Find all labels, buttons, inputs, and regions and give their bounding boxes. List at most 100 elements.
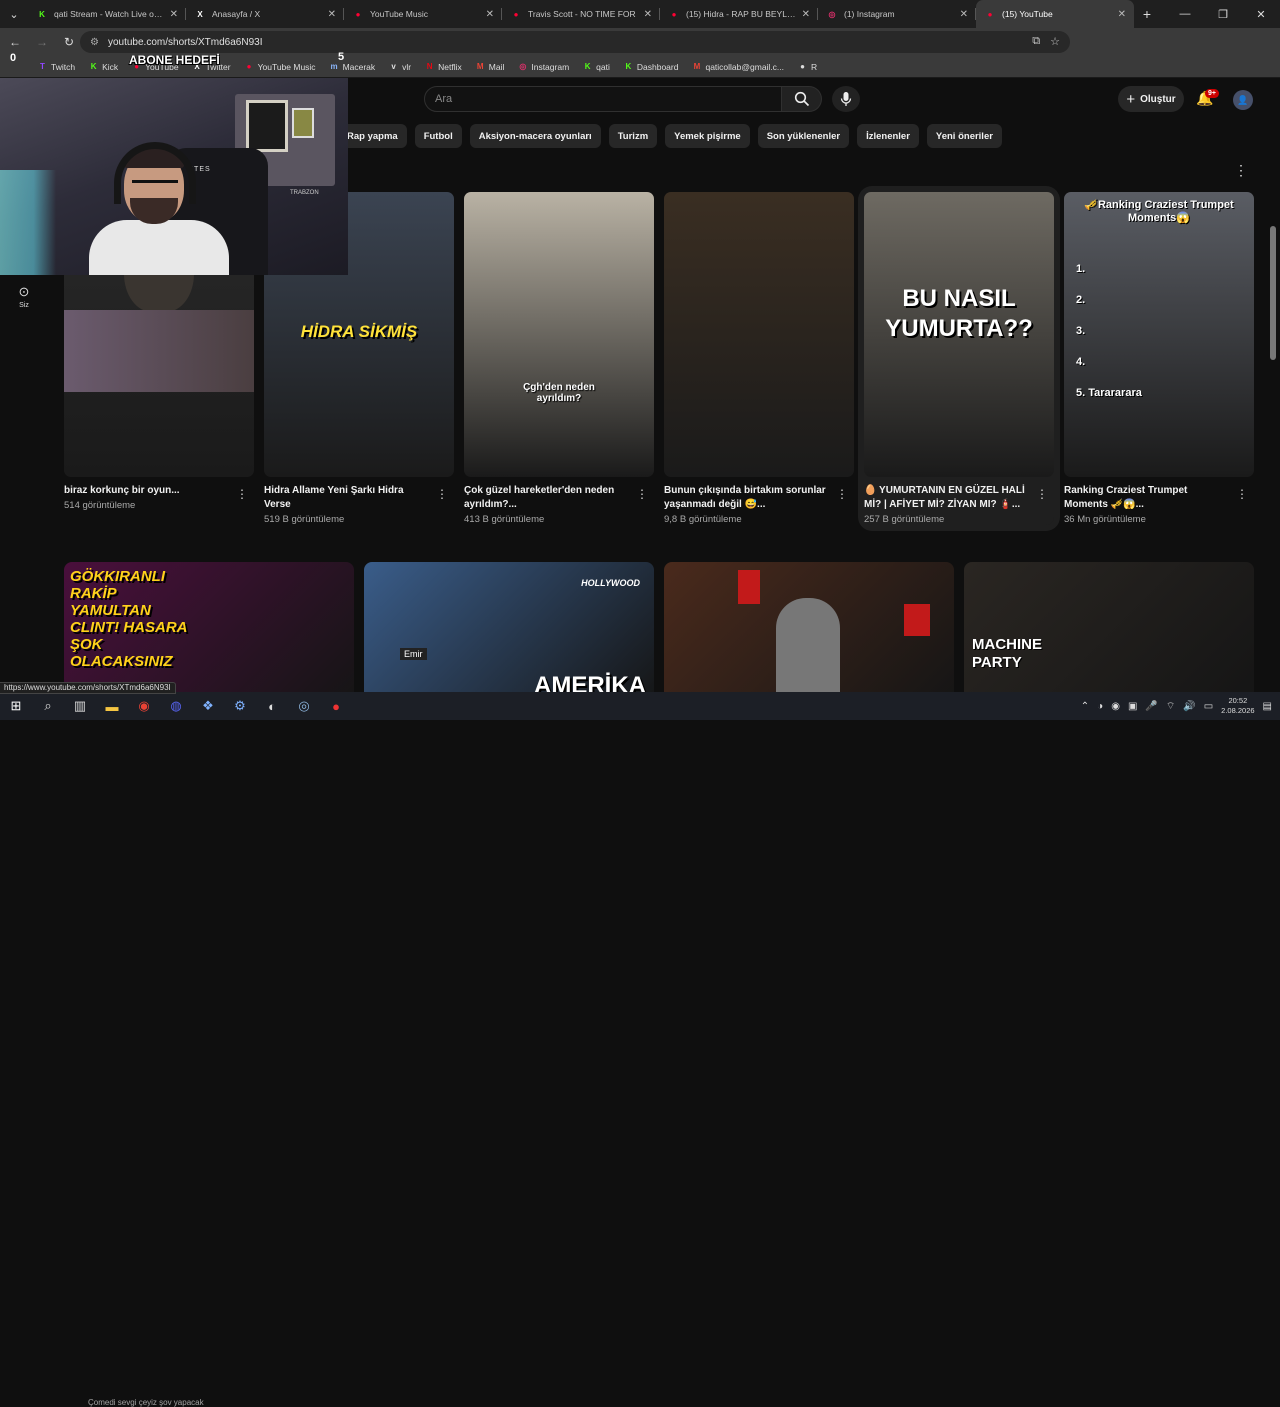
video-thumbnail[interactable]: AMERİKA HOLLYWOOD Emir [364, 562, 654, 692]
voice-search-button[interactable] [832, 86, 860, 112]
reload-icon[interactable]: ↻ [57, 30, 81, 54]
category-chip[interactable]: Yemek pişirme [665, 124, 750, 148]
short-more-icon[interactable]: ⋮ [1036, 487, 1048, 501]
speaker-icon[interactable]: 🔊 [1183, 701, 1195, 712]
short-more-icon[interactable]: ⋮ [1236, 487, 1248, 501]
short-title[interactable]: Bunun çıkışında birtakım sorunlar yaşanm… [664, 484, 829, 512]
browser-tab[interactable]: ● (15) Hidra - RAP BU BEYLER - Y ✕ [660, 0, 818, 28]
video-thumbnail[interactable]: MACHINE PARTY [964, 562, 1254, 692]
bookmark-item[interactable]: K Dashboard [624, 62, 678, 72]
maximize-icon[interactable]: ❐ [1204, 0, 1242, 28]
tab-search-button[interactable]: ⌄ [0, 0, 28, 28]
bookmark-item[interactable]: Kqati [583, 62, 610, 72]
bookmark-item[interactable]: v vlr [389, 62, 411, 72]
microphone-icon[interactable]: 🎤 [1145, 701, 1157, 712]
short-title[interactable]: Çok güzel hareketler'den neden ayrıldım?… [464, 484, 629, 512]
short-more-icon[interactable]: ⋮ [236, 487, 248, 501]
url-input[interactable]: ⚙ youtube.com/shorts/XTmd6a6N93I ⧉ ☆ [80, 31, 1070, 53]
network-tool-icon[interactable]: ❖ [192, 692, 224, 720]
tab-close-icon[interactable]: ✕ [960, 9, 968, 20]
short-card[interactable]: BU NASIL YUMURTA?? 🥚 YUMURTANIN EN GÜZEL … [864, 192, 1054, 525]
notification-center-icon[interactable]: ▤ [1263, 701, 1272, 712]
short-thumbnail[interactable]: 🎺Ranking Craziest Trumpet Moments😱 1. 2. 3.… [1064, 192, 1254, 477]
bookmark-item[interactable]: ◎ Instagram [518, 62, 569, 72]
steam-icon[interactable]: ◎ [288, 692, 320, 720]
bookmark-item[interactable]: X Twitter [193, 62, 230, 72]
settings-gear-icon[interactable]: ⚙ [224, 692, 256, 720]
bookmark-item[interactable]: ● YouTube [132, 62, 178, 72]
search-icon[interactable]: ⌕ [32, 692, 64, 720]
tab-close-icon[interactable]: ✕ [644, 9, 652, 20]
tab-close-icon[interactable]: ✕ [802, 9, 810, 20]
bookmark-item[interactable]: Mqaticollab@gmail.c... [692, 62, 784, 72]
obs-icon[interactable]: ◐ [256, 692, 288, 720]
bookmark-item[interactable]: ● YouTube Music [245, 62, 316, 72]
task-view-icon[interactable]: ▥ [64, 692, 96, 720]
category-chip[interactable]: Futbol [414, 124, 462, 148]
cast-icon[interactable]: ⧉ [1032, 35, 1040, 48]
video-thumbnail[interactable]: GÖKKIRANLI RAKİP YAMULTAN CLINT! HASARA … [64, 562, 354, 692]
tray-chevron-icon[interactable]: ⌃ [1081, 701, 1089, 712]
browser-tab[interactable]: Kqati Stream - Watch Live on Ki ✕ [28, 0, 186, 28]
tab-close-icon[interactable]: ✕ [1118, 9, 1126, 20]
search-input[interactable]: Ara [424, 86, 782, 112]
tab-close-icon[interactable]: ✕ [328, 9, 336, 20]
video-thumbnail[interactable] [664, 562, 954, 692]
create-button[interactable]: + Oluştur [1118, 86, 1184, 112]
browser-tab[interactable]: ● Travis Scott - NO TIME FOR ✕ [502, 0, 660, 28]
tray-app-icon-2[interactable]: ◉ [1111, 701, 1120, 712]
browser-tab[interactable]: ◎ (1) Instagram ✕ [818, 0, 976, 28]
discord-icon[interactable]: ◍ [160, 692, 192, 720]
short-more-icon[interactable]: ⋮ [836, 487, 848, 501]
file-explorer-icon[interactable]: ▬ [96, 692, 128, 720]
category-chip[interactable]: Turizm [608, 124, 658, 148]
new-tab-button[interactable]: + [1134, 1, 1160, 27]
battery-icon[interactable]: ▭ [1204, 701, 1213, 712]
short-title[interactable]: Ranking Craziest Trumpet Moments 🎺😱... [1064, 484, 1229, 512]
minimize-icon[interactable]: — [1166, 0, 1204, 28]
short-thumbnail[interactable]: Çgh'den neden ayrıldım? [464, 192, 654, 477]
short-card[interactable]: Çgh'den neden ayrıldım? Çok güzel hareket… [464, 192, 654, 525]
back-icon[interactable]: ← [3, 30, 27, 54]
page-scrollbar[interactable] [1270, 226, 1276, 360]
browser-tab[interactable]: ● YouTube Music ✕ [344, 0, 502, 28]
short-card[interactable]: Bunun çıkışında birtakım sorunlar yaşanm… [664, 192, 854, 525]
system-clock[interactable]: 20:52 2.08.2026 [1221, 696, 1254, 716]
bookmark-item[interactable]: T Twitch [38, 62, 75, 72]
category-chip[interactable]: Son yüklenenler [757, 124, 850, 148]
tray-app-icon-1[interactable]: ◑ [1097, 701, 1103, 712]
browser-tab[interactable]: ● (15) YouTube ✕ [976, 0, 1134, 28]
short-thumbnail[interactable] [664, 192, 854, 477]
short-title[interactable]: Hidra Allame Yeni Şarkı Hidra Verse [264, 484, 429, 512]
category-chip[interactable]: Rap yapma [338, 124, 407, 148]
tray-app-icon-3[interactable]: ▣ [1128, 701, 1137, 712]
bookmark-item[interactable]: m Macerak [330, 62, 376, 72]
category-chip[interactable]: Aksiyon-macera oyunları [469, 124, 601, 148]
short-title[interactable]: biraz korkunç bir oyun... [64, 484, 229, 498]
wifi-icon[interactable]: ⌔ [1166, 700, 1175, 713]
account-avatar[interactable]: 👤 [1233, 90, 1253, 110]
sidebar-item-you[interactable]: ⊙ Siz [8, 284, 40, 309]
site-info-icon[interactable]: ⚙ [90, 37, 99, 48]
browser-tab[interactable]: X Anasayfa / X ✕ [186, 0, 344, 28]
bookmark-star-icon[interactable]: ☆ [1050, 35, 1060, 48]
short-thumbnail[interactable]: BU NASIL YUMURTA?? [864, 192, 1054, 477]
tab-close-icon[interactable]: ✕ [170, 9, 178, 20]
short-more-icon[interactable]: ⋮ [636, 487, 648, 501]
bookmark-item[interactable]: ● R [798, 62, 817, 72]
tab-close-icon[interactable]: ✕ [486, 9, 494, 20]
category-chip[interactable]: İzlenenler [857, 124, 919, 148]
bookmark-item[interactable]: M Mail [476, 62, 504, 72]
short-card[interactable]: 🎺Ranking Craziest Trumpet Moments😱 1. 2. 3.… [1064, 192, 1254, 525]
section-menu-icon[interactable]: ⋮ [1234, 162, 1248, 179]
short-title[interactable]: 🥚 YUMURTANIN EN GÜZEL HALİ Mİ? | AFİYET … [864, 484, 1029, 512]
chrome-icon[interactable]: ◉ [128, 692, 160, 720]
recorder-icon[interactable]: ● [320, 692, 352, 720]
short-more-icon[interactable]: ⋮ [436, 487, 448, 501]
close-window-icon[interactable]: ✕ [1242, 0, 1280, 28]
forward-icon[interactable]: → [30, 30, 54, 54]
search-button[interactable] [782, 86, 822, 112]
bookmark-item[interactable]: K Kick [89, 62, 118, 72]
bookmark-item[interactable]: N Netflix [425, 62, 462, 72]
category-chip[interactable]: Yeni öneriler [926, 124, 1002, 148]
